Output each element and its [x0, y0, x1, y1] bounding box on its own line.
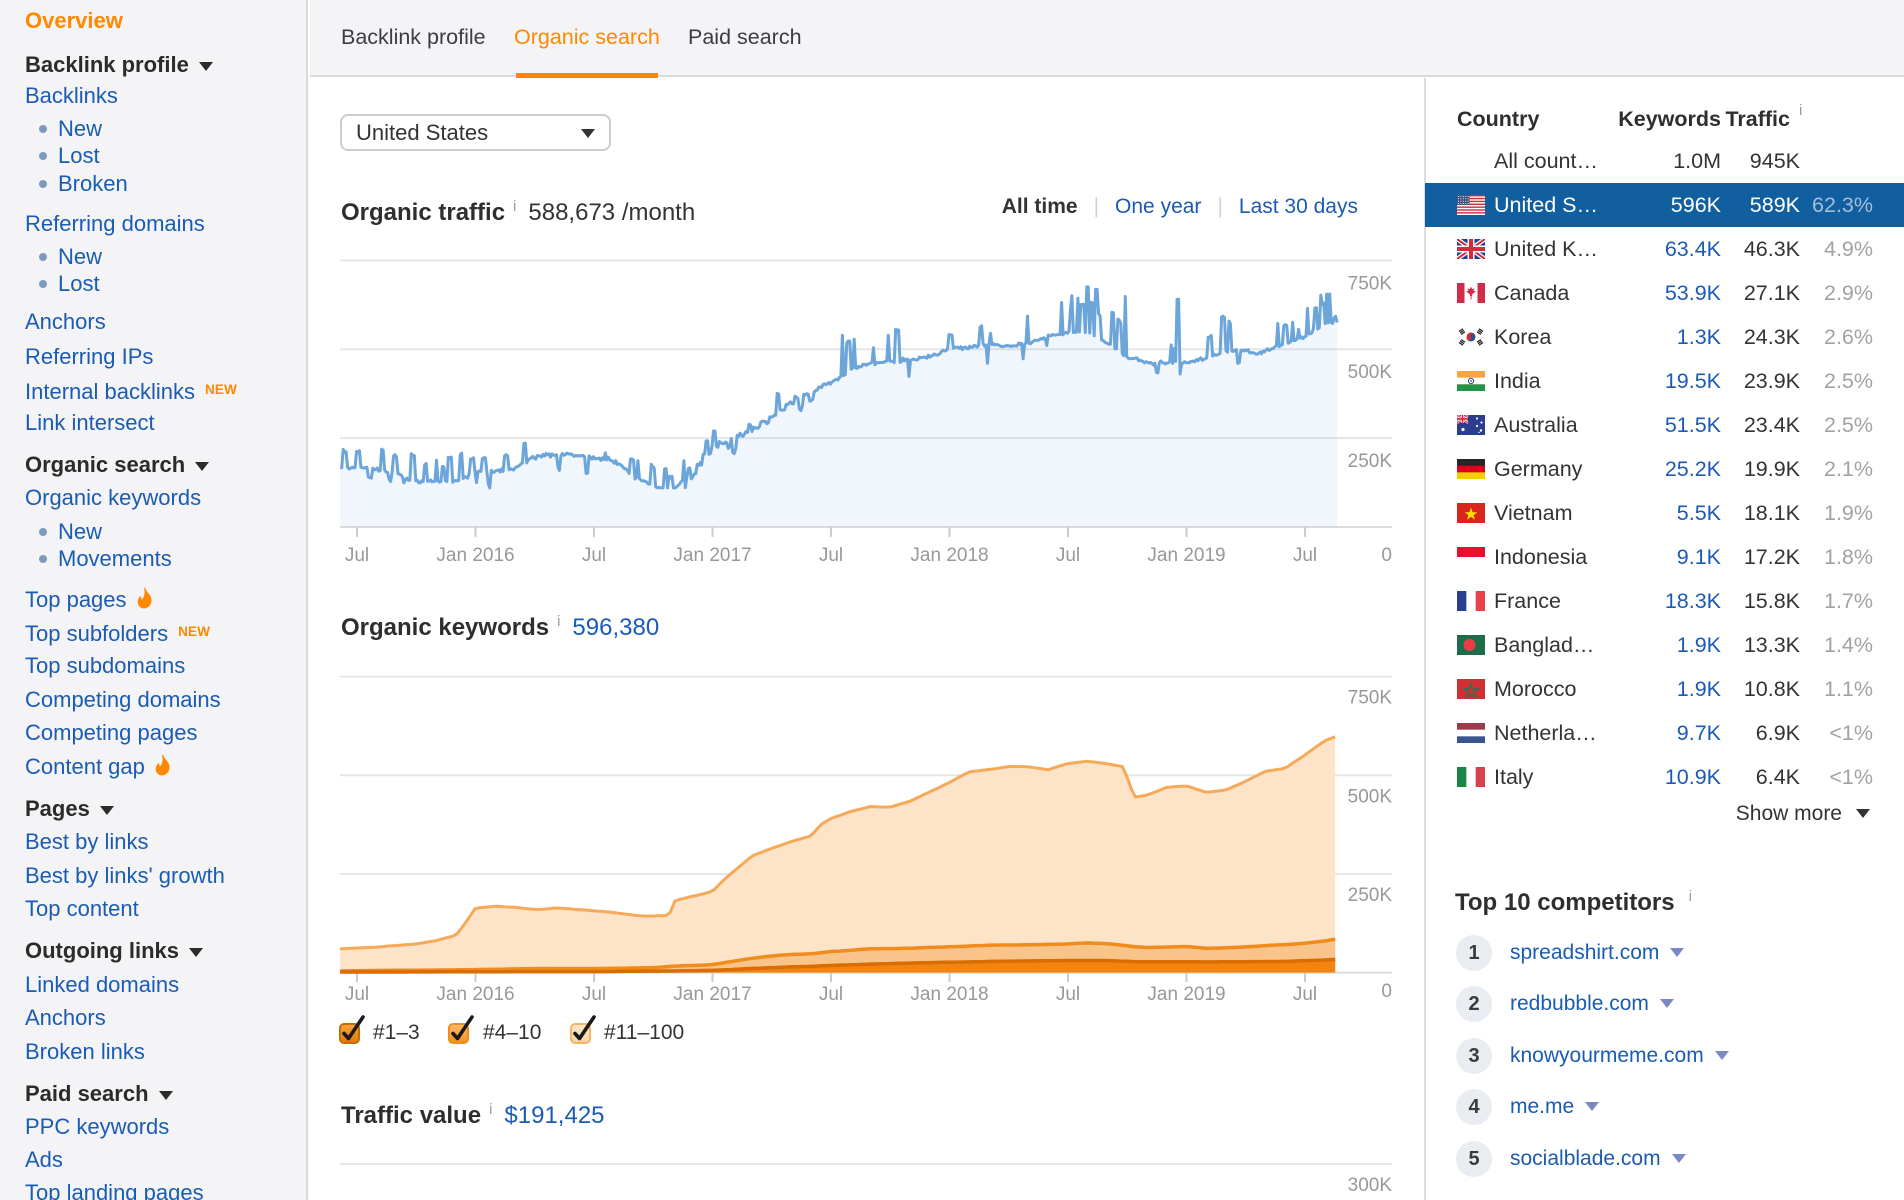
svg-text:Jul: Jul — [345, 545, 369, 566]
svg-text:Jan 2016: Jan 2016 — [436, 545, 514, 566]
svg-text:Jan 2017: Jan 2017 — [673, 545, 751, 566]
svg-text:Jul: Jul — [1056, 545, 1080, 566]
svg-text:250K: 250K — [1348, 451, 1393, 472]
svg-text:Jan 2017: Jan 2017 — [673, 984, 751, 1005]
svg-text:Jul: Jul — [1293, 984, 1317, 1005]
svg-text:Jul: Jul — [819, 984, 843, 1005]
svg-text:300K: 300K — [1348, 1175, 1393, 1196]
svg-text:Jul: Jul — [1293, 545, 1317, 566]
svg-text:Jul: Jul — [345, 984, 369, 1005]
svg-text:Jan 2018: Jan 2018 — [910, 545, 988, 566]
svg-text:500K: 500K — [1348, 786, 1393, 807]
svg-text:Jan 2019: Jan 2019 — [1147, 984, 1225, 1005]
svg-text:Jul: Jul — [582, 984, 606, 1005]
svg-text:Jul: Jul — [582, 545, 606, 566]
svg-text:Jul: Jul — [1056, 984, 1080, 1005]
svg-text:500K: 500K — [1348, 362, 1393, 383]
svg-text:750K: 750K — [1348, 688, 1393, 709]
svg-text:Jul: Jul — [819, 545, 843, 566]
svg-text:0: 0 — [1381, 981, 1392, 1002]
svg-text:Jan 2016: Jan 2016 — [436, 984, 514, 1005]
svg-text:0: 0 — [1381, 545, 1392, 566]
svg-text:Jan 2019: Jan 2019 — [1147, 545, 1225, 566]
svg-text:Jan 2018: Jan 2018 — [910, 984, 988, 1005]
svg-text:250K: 250K — [1348, 885, 1393, 906]
svg-text:750K: 750K — [1348, 273, 1393, 294]
